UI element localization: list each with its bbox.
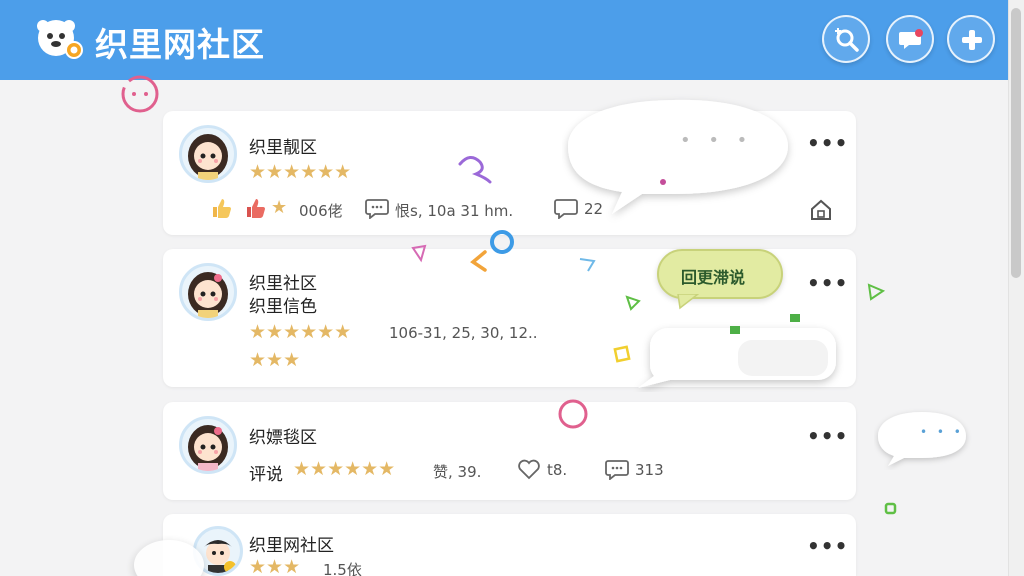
reply-hint-label: 回更滞说	[681, 268, 746, 287]
add-icon	[962, 30, 982, 50]
yellow-square-decoration	[613, 345, 631, 363]
mascot-logo-icon	[37, 20, 83, 59]
search-plus-icon	[835, 28, 859, 52]
add-button[interactable]	[947, 15, 995, 63]
comment-count: 313	[635, 461, 664, 479]
post-stats: 106-31, 25, 30, 12..	[389, 324, 538, 342]
speech-bubble-small	[878, 412, 966, 466]
more-options-button[interactable]: •••	[807, 534, 848, 558]
app-title: 织里网社区	[95, 25, 265, 64]
more-options-button[interactable]: •••	[807, 424, 848, 448]
green-triangle-decoration	[867, 283, 886, 301]
messages-button[interactable]	[886, 15, 934, 63]
post-card[interactable]: 织嫖毯区 评说 ★★★★★★ 赞, 39. t8. 313 •••	[163, 402, 856, 500]
typing-dots: • • •	[680, 130, 754, 151]
star-icon: ★	[271, 197, 288, 218]
thumbs-up-red-icon[interactable]	[245, 197, 267, 219]
home-icon[interactable]	[809, 199, 833, 221]
speech-bubble	[568, 99, 788, 214]
user-subtitle: 织里信色	[249, 297, 317, 317]
confetti-dot	[660, 179, 666, 185]
avatar[interactable]	[179, 125, 237, 183]
post-card[interactable]: 织里网社区 ★★★ 1.5依 •••	[163, 514, 856, 576]
username[interactable]: 织里社区	[249, 269, 317, 294]
avatar[interactable]	[179, 416, 237, 474]
girl-avatar-icon	[188, 425, 228, 471]
username[interactable]: 织嫖毯区	[249, 423, 317, 448]
pink-ring-decoration	[558, 399, 588, 429]
chevron-decoration	[470, 250, 487, 272]
rating-stars: ★★★★★★	[249, 161, 352, 183]
username[interactable]: 织里网社区	[249, 531, 334, 556]
pink-ring-decoration	[121, 75, 159, 113]
praise-count: 赞, 39.	[433, 463, 482, 481]
confetti-decoration	[579, 258, 596, 272]
comment-icon[interactable]	[605, 458, 629, 480]
bubble-tail	[677, 294, 700, 310]
like-count: 006佬	[299, 202, 343, 220]
girl-avatar-icon	[188, 272, 228, 318]
green-triangle-decoration	[625, 295, 641, 311]
girl-avatar-icon	[188, 134, 228, 180]
rating-stars: ★★★★★★	[249, 321, 352, 343]
typing-dots-small: • • •	[920, 425, 964, 439]
green-confetti-decoration	[790, 314, 800, 322]
reply-hint-bubble[interactable]: 回更滞说	[657, 249, 783, 299]
green-confetti-decoration	[884, 502, 897, 515]
thumbs-up-icon[interactable]	[211, 197, 233, 219]
scrollbar-thumb[interactable]	[1011, 8, 1021, 278]
rating-stars: ★★★★★★	[293, 458, 396, 480]
green-confetti-decoration	[730, 326, 740, 334]
top-bar: 织里网社区	[0, 0, 1008, 80]
confetti-decoration	[411, 244, 427, 263]
message-notification-icon	[899, 29, 923, 49]
comment-icon[interactable]	[365, 197, 389, 219]
blue-ring-decoration	[490, 230, 514, 254]
heart-icon[interactable]	[517, 458, 541, 480]
avatar[interactable]	[179, 263, 237, 321]
rating-stars: ★★★	[249, 556, 301, 576]
comment-label: 评说	[249, 465, 283, 485]
comment-meta: 恨s, 10a 31 hm.	[395, 202, 514, 220]
post-count: 1.5依	[323, 561, 362, 576]
more-options-button[interactable]: •••	[807, 131, 848, 155]
like-count: t8.	[547, 461, 568, 479]
username[interactable]: 织里靓区	[249, 133, 317, 158]
search-button[interactable]	[822, 15, 870, 63]
rating-stars-secondary: ★★★	[249, 349, 301, 371]
more-options-button[interactable]: •••	[807, 271, 848, 295]
squiggle-decoration	[458, 156, 492, 184]
